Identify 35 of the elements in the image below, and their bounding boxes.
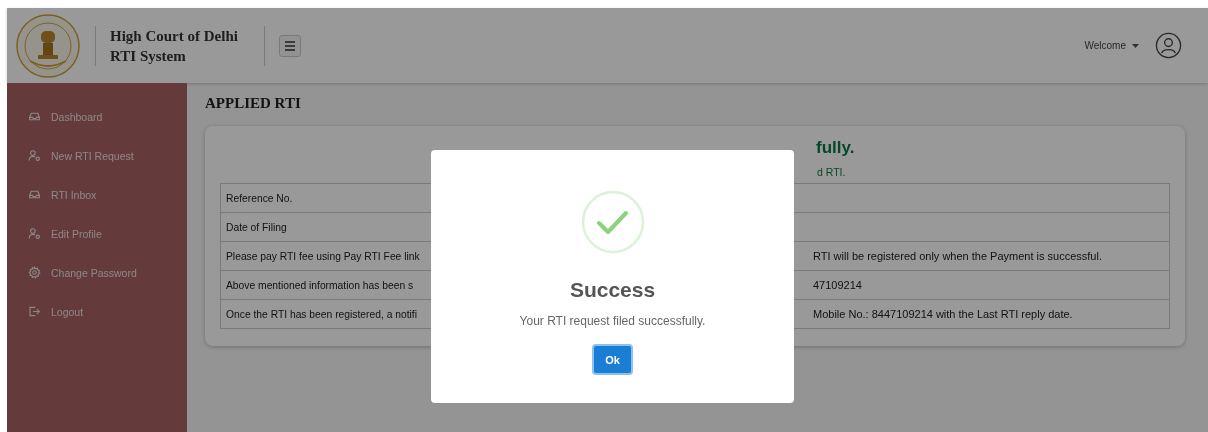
menu-button[interactable] bbox=[279, 34, 301, 57]
caret-icon bbox=[1132, 43, 1139, 48]
inbox-icon bbox=[28, 110, 41, 123]
sidebar-item[interactable]: Edit Profile bbox=[7, 214, 187, 253]
user-menu[interactable]: Welcome bbox=[1084, 40, 1126, 51]
site-title: High Court of Delhi bbox=[110, 26, 239, 46]
user-avatar-icon[interactable] bbox=[1155, 32, 1182, 59]
checkmark-icon bbox=[580, 190, 645, 254]
site-title: RTI System bbox=[110, 46, 187, 66]
sidebar-item[interactable]: Change Password bbox=[7, 253, 187, 292]
sidebar-item[interactable]: Dashboard bbox=[7, 97, 187, 136]
dialog-message: Your RTI request filed successfully. bbox=[519, 314, 706, 328]
table-cell: Mobile No.: 8447109214 with the Last RTI reply date. bbox=[813, 308, 1073, 320]
menu-icon bbox=[284, 40, 296, 51]
user-gear-icon bbox=[28, 227, 41, 240]
table-cell-text: Date of Filing bbox=[225, 221, 287, 233]
sidebar-item[interactable]: Logout bbox=[7, 292, 187, 331]
success-heading: fully. bbox=[816, 138, 855, 158]
table-cell: RTI will be registered only when the Payment is successful. bbox=[813, 250, 1102, 262]
sidebar-item[interactable]: RTI Inbox bbox=[7, 175, 187, 214]
ok-button[interactable]: Ok bbox=[592, 344, 633, 375]
user-gear-icon bbox=[28, 149, 41, 162]
table-cell-text: Above mentioned information has been s bbox=[225, 279, 414, 291]
table-cell: 47109214 bbox=[813, 279, 862, 291]
logout-icon bbox=[28, 305, 41, 318]
dialog-title: Success bbox=[569, 278, 656, 302]
table-cell-text: Reference No. bbox=[225, 192, 293, 204]
settings-icon bbox=[28, 266, 41, 279]
inbox-icon bbox=[28, 188, 41, 201]
sidebar-item[interactable]: New RTI Request bbox=[7, 136, 187, 175]
table-cell-text: Please pay RTI fee using Pay RTI Fee link bbox=[225, 250, 420, 262]
emblem-logo bbox=[15, 12, 81, 79]
success-subtitle: d RTI. bbox=[817, 166, 846, 178]
table-cell-text: Once the RTI has been registered, a notifi bbox=[225, 308, 417, 320]
page-title: APPLIED RTI bbox=[205, 95, 302, 112]
